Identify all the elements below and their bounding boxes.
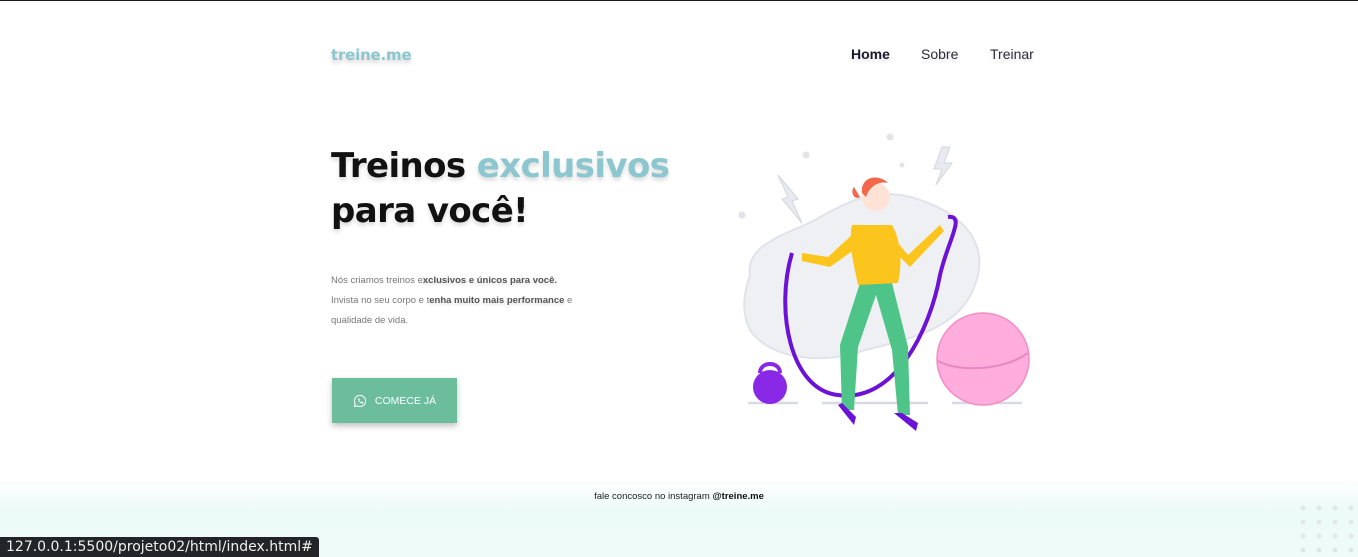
workout-illustration <box>738 133 1030 431</box>
desc-text: Nós criamos treinos e <box>331 275 423 286</box>
lightning-left-icon <box>777 174 803 224</box>
nav-item-treinar[interactable]: Treinar <box>990 46 1034 62</box>
lightning-right-icon <box>933 146 953 186</box>
hero-title-part1: Treinos <box>331 146 477 186</box>
hero-title-line2: para você! <box>331 191 529 231</box>
comece-ja-button[interactable]: COMECE JÁ <box>332 378 457 423</box>
desc-emphasis: enha muito mais performance <box>429 295 565 306</box>
hero-description: Nós criamos treinos exclusivos e únicos … <box>331 271 621 331</box>
desc-text: Invista no seu corpo e t <box>331 295 430 306</box>
nav-item-home[interactable]: Home <box>851 46 890 62</box>
brand-logo[interactable]: treine.me <box>331 46 412 64</box>
kettlebell-icon <box>753 362 787 404</box>
browser-status-url: 127.0.0.1:5500/projeto02/html/index.html… <box>0 537 319 557</box>
desc-emphasis: xclusivos e únicos para você. <box>422 275 557 286</box>
person-torso <box>850 225 901 285</box>
desc-text: e <box>564 295 573 306</box>
hero-title: Treinos exclusivos para você! <box>331 144 670 234</box>
window-top-border <box>0 0 1358 1</box>
whatsapp-icon <box>353 394 366 407</box>
exercise-ball-icon <box>936 312 1030 406</box>
footer-instagram-text: fale concosco no instagram @treine.me <box>0 491 1358 502</box>
decorative-dots <box>1300 505 1354 553</box>
hero-title-accent: exclusivos <box>476 146 670 186</box>
nav-item-sobre[interactable]: Sobre <box>921 46 958 62</box>
desc-text: qualidade de vida. <box>331 315 409 326</box>
footer-text: fale concosco no instagram <box>594 491 713 502</box>
comece-ja-label: COMECE JÁ <box>374 394 437 407</box>
instagram-handle-link[interactable]: @treine.me <box>712 491 764 502</box>
